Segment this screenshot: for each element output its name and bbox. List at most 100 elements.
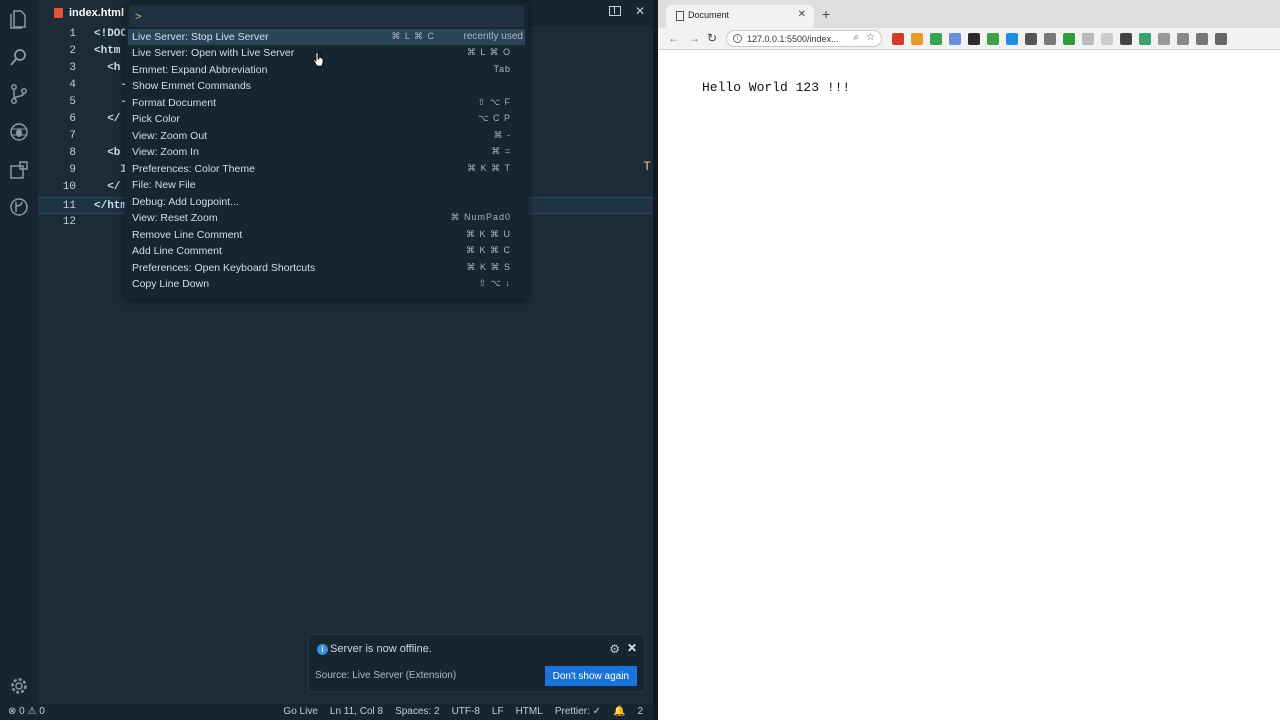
tab-label: index.html <box>69 7 125 19</box>
extension-icon[interactable] <box>1025 33 1037 45</box>
extension-icon[interactable] <box>1215 33 1227 45</box>
activity-bar <box>0 0 38 704</box>
command-keybinding: ⌘ = <box>491 146 511 156</box>
page-icon <box>676 11 684 21</box>
command-item[interactable]: Emmet: Expand Abbreviation Tab <box>128 62 525 78</box>
extension-icon[interactable] <box>1158 33 1170 45</box>
command-item[interactable]: Show Emmet Commands <box>128 78 525 94</box>
line-code: I <box>94 164 128 176</box>
command-item[interactable]: View: Zoom In ⌘ = <box>128 144 525 160</box>
remote-icon[interactable] <box>8 196 30 218</box>
command-keybinding: ⌥ C P <box>478 113 511 123</box>
command-label: Remove Line Comment <box>132 229 243 241</box>
close-icon[interactable]: ✕ <box>627 641 637 655</box>
extension-icon[interactable] <box>911 33 923 45</box>
extension-icon[interactable] <box>949 33 961 45</box>
command-palette-input[interactable] <box>129 6 524 27</box>
line-number: 12 <box>62 216 76 228</box>
zoom-icon[interactable]: ⌕ <box>853 32 859 43</box>
command-item[interactable]: Format Document ⇧ ⌥ F <box>128 95 525 111</box>
extension-icon[interactable] <box>1006 33 1018 45</box>
close-icon[interactable]: ✕ <box>635 4 645 18</box>
reload-icon[interactable]: ↻ <box>707 31 717 45</box>
minimap-marker: T <box>643 159 651 174</box>
search-icon[interactable] <box>8 46 30 68</box>
command-item[interactable]: Preferences: Open Keyboard Shortcuts ⌘ K… <box>128 260 525 276</box>
back-icon[interactable]: ← <box>668 31 680 45</box>
split-editor-icon[interactable] <box>608 6 621 16</box>
extension-icon[interactable] <box>1044 33 1056 45</box>
explorer-icon[interactable] <box>8 8 30 30</box>
vscode-window: index.html ✕ 1 <!DOC 2 <htm 3 <h 4 - 5 - <box>0 0 653 720</box>
command-item[interactable]: Preferences: Color Theme ⌘ K ⌘ T <box>128 161 525 177</box>
line-code: <!DOC <box>94 28 128 40</box>
extension-icon[interactable] <box>1120 33 1132 45</box>
bookmark-star-icon[interactable]: ☆ <box>866 32 875 43</box>
extensions-icon[interactable] <box>8 159 30 181</box>
extension-icon[interactable] <box>1139 33 1151 45</box>
command-item[interactable]: Remove Line Comment ⌘ K ⌘ U <box>128 227 525 243</box>
command-item[interactable]: View: Reset Zoom ⌘ NumPad0 <box>128 210 525 226</box>
browser-window: Document ✕ + ← → ↻ i 127.0.0.1:5500/inde… <box>658 0 1280 720</box>
problems-indicator[interactable]: ⊗ 0 ⚠ 0 <box>8 706 45 717</box>
command-item[interactable]: Copy Line Down ⇧ ⌥ ↓ <box>128 276 525 292</box>
command-keybinding: ⌘ - <box>493 130 511 140</box>
command-item[interactable]: View: Zoom Out ⌘ - <box>128 128 525 144</box>
extension-icon[interactable] <box>1082 33 1094 45</box>
command-item[interactable]: Add Line Comment ⌘ K ⌘ C <box>128 243 525 259</box>
extension-icon[interactable] <box>1063 33 1075 45</box>
address-bar[interactable]: i 127.0.0.1:5500/index... ⌕ ☆ <box>726 30 882 47</box>
indentation[interactable]: Spaces: 2 <box>395 706 439 717</box>
language-mode[interactable]: HTML <box>516 706 543 717</box>
browser-tab[interactable]: Document ✕ <box>666 5 814 28</box>
command-keybinding: ⌘ K ⌘ C <box>465 245 511 255</box>
command-label: Add Line Comment <box>132 245 222 257</box>
extension-icon[interactable] <box>1101 33 1113 45</box>
gear-icon[interactable]: ⚙ <box>609 642 620 656</box>
encoding[interactable]: UTF-8 <box>452 706 480 717</box>
line-number: 9 <box>69 164 76 176</box>
command-item[interactable]: Live Server: Open with Live Server ⌘ L ⌘… <box>128 45 525 61</box>
line-number: 6 <box>69 113 76 125</box>
prettier-status[interactable]: Prettier: ✓ <box>555 706 601 717</box>
line-code: </htm <box>94 200 128 212</box>
notifications-bell-icon[interactable]: 🔔 <box>613 706 625 717</box>
command-keybinding: ⌘ K ⌘ T <box>467 163 511 173</box>
extension-icon[interactable] <box>892 33 904 45</box>
close-tab-icon[interactable]: ✕ <box>798 9 806 20</box>
command-item[interactable]: Live Server: Stop Live Server ⌘ L ⌘ C re… <box>128 29 525 45</box>
extension-icon[interactable] <box>930 33 942 45</box>
url-text: 127.0.0.1:5500/index... <box>747 34 839 44</box>
line-number: 11 <box>62 200 76 212</box>
cursor-position[interactable]: Ln 11, Col 8 <box>330 706 383 717</box>
go-live-button[interactable]: Go Live <box>283 706 317 717</box>
page-content-text: Hello World 123 !!! <box>702 80 851 95</box>
debug-icon[interactable] <box>8 121 30 143</box>
extension-icon[interactable] <box>1177 33 1189 45</box>
info-icon: i <box>317 644 328 655</box>
notification-source: Source: Live Server (Extension) <box>315 670 457 681</box>
gear-icon[interactable] <box>8 675 30 697</box>
end-of-line[interactable]: LF <box>492 706 504 717</box>
browser-tab-strip: Document ✕ + <box>658 0 1280 28</box>
command-label: Preferences: Open Keyboard Shortcuts <box>132 262 316 274</box>
source-control-icon[interactable] <box>8 83 30 105</box>
command-label: Live Server: Stop Live Server <box>132 31 269 43</box>
extension-icon[interactable] <box>968 33 980 45</box>
command-item[interactable]: File: New File <box>128 177 525 193</box>
command-label: View: Reset Zoom <box>132 212 218 224</box>
site-info-icon[interactable]: i <box>733 34 742 43</box>
status-bar: ⊗ 0 ⚠ 0 Go Live Ln 11, Col 8 Spaces: 2 U… <box>0 704 653 720</box>
forward-icon[interactable]: → <box>688 31 700 45</box>
line-number: 8 <box>69 147 76 159</box>
line-number: 10 <box>62 181 76 193</box>
new-tab-button[interactable]: + <box>822 6 830 22</box>
command-label: Copy Line Down <box>132 278 210 290</box>
dont-show-again-button[interactable]: Don't show again <box>544 666 637 686</box>
command-label: View: Zoom In <box>132 146 199 158</box>
extension-icon[interactable] <box>1196 33 1208 45</box>
command-item[interactable]: Debug: Add Logpoint... <box>128 194 525 210</box>
editor-tab[interactable]: index.html <box>38 0 130 26</box>
command-item[interactable]: Pick Color ⌥ C P <box>128 111 525 127</box>
extension-icon[interactable] <box>987 33 999 45</box>
